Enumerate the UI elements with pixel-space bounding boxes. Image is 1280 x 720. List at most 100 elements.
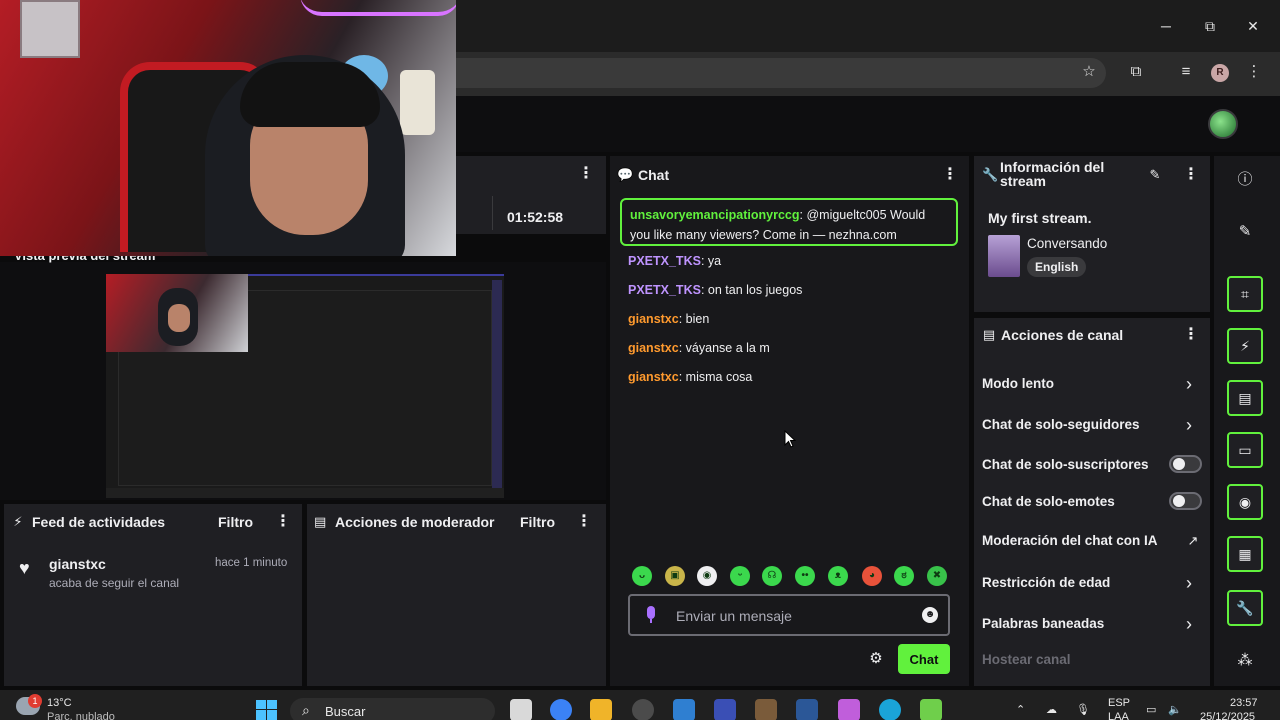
chevron-right-icon[interactable]: ›: [1186, 615, 1200, 633]
user-avatar[interactable]: [1208, 109, 1238, 139]
emote-icon[interactable]: ಠ: [894, 566, 914, 586]
word-icon[interactable]: [796, 699, 818, 720]
cloud-icon[interactable]: ☁: [1046, 703, 1057, 716]
chrome-icon[interactable]: [550, 699, 572, 720]
volume-icon[interactable]: 🔈: [1168, 703, 1182, 716]
file-explorer-icon[interactable]: [590, 699, 612, 720]
chat-message[interactable]: gianstxc: váyanse a la m: [628, 341, 770, 355]
message-username[interactable]: PXETX_TKS: [628, 283, 701, 297]
notes-button[interactable]: ▤: [1227, 380, 1263, 416]
message-username[interactable]: PXETX_TKS: [628, 254, 701, 268]
stream-info-menu-icon[interactable]: ⋮: [1183, 167, 1199, 183]
highlighted-message[interactable]: unsavoryemancipationyrccg: @migueltc005 …: [620, 198, 958, 246]
slow-mode-row[interactable]: Modo lento: [982, 376, 1054, 391]
chevron-right-icon[interactable]: ›: [1186, 574, 1200, 592]
chat-input-box[interactable]: ☻: [628, 594, 950, 636]
browser-profile-avatar[interactable]: R: [1211, 64, 1229, 82]
broadcast-button[interactable]: ◉: [1227, 484, 1263, 520]
chat-message[interactable]: PXETX_TKS: on tan los juegos: [628, 283, 802, 297]
emote-icon[interactable]: ◕: [862, 566, 882, 586]
emote-icon[interactable]: ᴗ: [632, 566, 652, 586]
emoji-picker-icon[interactable]: ☻: [922, 607, 938, 623]
category-box-art[interactable]: [988, 235, 1020, 277]
chat-send-button[interactable]: Chat: [898, 644, 950, 674]
clock-date[interactable]: 25/12/2025: [1200, 711, 1255, 720]
activity-filter-button[interactable]: Filtro: [218, 514, 253, 530]
mod-menu-icon[interactable]: ⋮: [576, 514, 592, 530]
info-icon[interactable]: ⓘ: [1236, 171, 1254, 189]
message-username[interactable]: unsavoryemancipationyrccg: [630, 208, 800, 222]
network-icon[interactable]: ▭: [1146, 703, 1156, 716]
chat-settings-gear-icon[interactable]: ⚙: [868, 651, 884, 667]
clip-button[interactable]: ⌗: [1227, 276, 1263, 312]
followers-only-row[interactable]: Chat de solo-seguidores: [982, 417, 1140, 432]
chevron-right-icon[interactable]: ›: [1186, 375, 1200, 393]
minimize-button[interactable]: ─: [1158, 18, 1174, 34]
app-icon[interactable]: [714, 699, 736, 720]
activity-text: acaba de seguir el canal: [49, 576, 180, 590]
browser-menu-icon[interactable]: ⋮: [1244, 62, 1264, 82]
host-channel-row[interactable]: Hostear canal: [982, 652, 1071, 667]
extensions-icon[interactable]: ⧉: [1126, 62, 1146, 82]
ai-moderation-row[interactable]: Moderación del chat con IA: [982, 533, 1158, 548]
lightning-action-button[interactable]: ⚡: [1227, 328, 1263, 364]
preview-sidebar: [492, 280, 502, 490]
mod-filter-button[interactable]: Filtro: [520, 514, 555, 530]
message-username[interactable]: gianstxc: [628, 370, 679, 384]
emote-icon[interactable]: ••: [795, 566, 815, 586]
bookmark-star-icon[interactable]: ☆: [1079, 62, 1099, 82]
chat-message-input[interactable]: [676, 606, 906, 626]
close-window-button[interactable]: ✕: [1245, 18, 1261, 34]
wrench-action-button[interactable]: 🔧: [1227, 590, 1263, 626]
edit-pencil-icon[interactable]: ✎: [1148, 167, 1162, 183]
stream-category[interactable]: Conversando: [1027, 236, 1107, 251]
emote-only-toggle[interactable]: [1169, 492, 1202, 510]
copilot-icon[interactable]: [838, 699, 860, 720]
maximize-button[interactable]: ⧉: [1202, 18, 1218, 34]
message-username[interactable]: gianstxc: [628, 341, 679, 355]
weather-temp[interactable]: 13°C: [47, 697, 72, 709]
stream-tag[interactable]: English: [1027, 257, 1087, 277]
obs-icon[interactable]: [632, 699, 654, 720]
language-indicator[interactable]: ESP: [1108, 697, 1130, 709]
more-actions-icon[interactable]: ⁂: [1236, 652, 1254, 670]
activity-user[interactable]: gianstxc: [49, 556, 106, 572]
emote-icon[interactable]: ◉: [697, 566, 717, 586]
channel-actions-menu-icon[interactable]: ⋮: [1183, 327, 1199, 343]
microphone-icon[interactable]: [642, 605, 660, 625]
address-bar[interactable]: [456, 58, 1106, 88]
activity-menu-icon[interactable]: ⋮: [275, 514, 291, 530]
emote-icon[interactable]: ▣: [665, 566, 685, 586]
chat-action-button[interactable]: ▭: [1227, 432, 1263, 468]
emote-icon[interactable]: ᴥ: [828, 566, 848, 586]
stats-menu-icon[interactable]: ⋮: [578, 166, 594, 182]
chat-title: Chat: [638, 167, 670, 183]
media-controls-icon[interactable]: ≡: [1176, 62, 1196, 82]
weather-description[interactable]: Parc. nublado: [47, 711, 115, 720]
age-restriction-row[interactable]: Restricción de edad: [982, 575, 1110, 590]
chat-message[interactable]: gianstxc: bien: [628, 312, 709, 326]
store-icon[interactable]: [673, 699, 695, 720]
edge-icon[interactable]: [879, 699, 901, 720]
app-icon[interactable]: [920, 699, 942, 720]
microphone-tray-icon[interactable]: 🎙: [1076, 703, 1090, 716]
chevron-right-icon[interactable]: ›: [1186, 416, 1200, 434]
chat-message[interactable]: gianstxc: misma cosa: [628, 370, 752, 384]
taskbar-search-box[interactable]: [290, 698, 495, 720]
subscribers-only-toggle[interactable]: [1169, 455, 1202, 473]
windows-start-icon[interactable]: [256, 700, 278, 720]
chat-menu-icon[interactable]: ⋮: [942, 167, 958, 183]
edit-icon[interactable]: ✎: [1236, 223, 1254, 241]
emote-icon[interactable]: ☊: [762, 566, 782, 586]
clock-time[interactable]: 23:57: [1230, 697, 1258, 709]
chevron-up-icon[interactable]: ⌃: [1016, 703, 1025, 716]
external-link-icon[interactable]: ↗: [1186, 533, 1200, 549]
message-username[interactable]: gianstxc: [628, 312, 679, 326]
app-icon[interactable]: [755, 699, 777, 720]
chat-message[interactable]: PXETX_TKS: ya: [628, 254, 721, 268]
emote-icon[interactable]: ✖: [927, 566, 947, 586]
emote-icon[interactable]: ᵕ: [730, 566, 750, 586]
channel-action-button[interactable]: ▦: [1227, 536, 1263, 572]
task-view-icon[interactable]: [510, 699, 532, 720]
banned-words-row[interactable]: Palabras baneadas: [982, 616, 1104, 631]
